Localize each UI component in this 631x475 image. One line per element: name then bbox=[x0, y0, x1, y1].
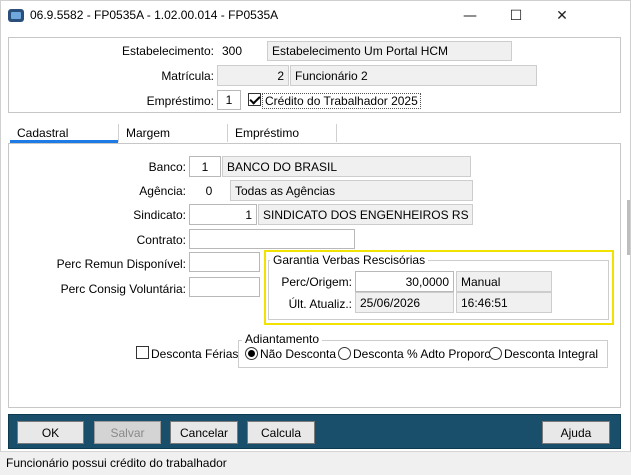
banco-name: BANCO DO BRASIL bbox=[222, 156, 471, 177]
nao-desconta-label: Não Desconta bbox=[260, 347, 337, 361]
tab-divider bbox=[118, 124, 119, 142]
sindicato-label: Sindicato: bbox=[133, 208, 186, 222]
contrato-input[interactable] bbox=[189, 229, 355, 249]
desconta-ferias-label: Desconta Férias bbox=[151, 347, 239, 361]
calcula-button[interactable]: Calcula bbox=[247, 421, 315, 444]
credito-trabalhador-checkbox[interactable] bbox=[248, 93, 261, 106]
estabelecimento-code[interactable]: 300 bbox=[217, 41, 263, 61]
ok-button[interactable]: OK bbox=[17, 421, 84, 444]
ajuda-button[interactable]: Ajuda bbox=[542, 421, 610, 444]
desconta-ferias-checkbox[interactable] bbox=[136, 346, 149, 359]
status-text: Funcionário possui crédito do trabalhado… bbox=[6, 456, 227, 470]
estabelecimento-label: Estabelecimento: bbox=[121, 44, 214, 58]
estabelecimento-name: Estabelecimento Um Portal HCM bbox=[267, 41, 512, 61]
sindicato-code[interactable]: 1 bbox=[189, 204, 257, 225]
tab-margem[interactable]: Margem bbox=[126, 123, 170, 143]
radio-nao-desconta[interactable] bbox=[245, 347, 258, 360]
ult-atualiz-time: 16:46:51 bbox=[456, 292, 552, 313]
garantia-title: Garantia Verbas Rescisórias bbox=[270, 253, 429, 267]
adiantamento-title: Adiantamento bbox=[242, 332, 323, 346]
ult-atualiz-label: Últ. Atualiz.: bbox=[288, 297, 352, 311]
sindicato-name: SINDICATO DOS ENGENHEIROS RS bbox=[258, 204, 473, 225]
banco-label: Banco: bbox=[148, 160, 186, 174]
tab-divider bbox=[227, 124, 228, 142]
perc-consig-label: Perc Consig Voluntária: bbox=[60, 282, 186, 296]
app-icon bbox=[8, 9, 24, 22]
contrato-label: Contrato: bbox=[136, 233, 186, 247]
ult-atualiz-date: 25/06/2026 bbox=[355, 292, 454, 313]
desconta-adto-proporc-label: Desconta % Adto Proporc bbox=[353, 347, 491, 361]
agencia-name: Todas as Agências bbox=[230, 180, 473, 201]
maximize-button[interactable]: ☐ bbox=[493, 0, 539, 31]
perc-origem-label: Perc/Origem: bbox=[281, 275, 352, 289]
perc-remun-input[interactable] bbox=[189, 252, 260, 272]
perc-remun-label: Perc Remun Disponível: bbox=[56, 257, 186, 271]
perc-origem-value[interactable]: 30,0000 bbox=[355, 271, 454, 292]
origem-value: Manual bbox=[456, 271, 552, 292]
banco-code[interactable]: 1 bbox=[189, 156, 221, 177]
radio-desconta-adto-proporc[interactable] bbox=[338, 347, 351, 360]
agencia-code[interactable]: 0 bbox=[189, 180, 229, 201]
minimize-button[interactable]: — bbox=[447, 0, 493, 31]
salvar-button[interactable]: Salvar bbox=[94, 421, 161, 444]
emprestimo-code[interactable]: 1 bbox=[217, 90, 241, 110]
scrollbar-thumb[interactable] bbox=[627, 200, 630, 255]
close-button[interactable]: ✕ bbox=[539, 0, 585, 31]
matricula-name: Funcionário 2 bbox=[290, 65, 537, 86]
emprestimo-label: Empréstimo: bbox=[146, 94, 214, 108]
cancelar-button[interactable]: Cancelar bbox=[170, 421, 238, 444]
agencia-label: Agência: bbox=[139, 184, 186, 198]
tab-emprestimo[interactable]: Empréstimo bbox=[235, 123, 299, 143]
tab-divider bbox=[336, 124, 337, 142]
window-title: 06.9.5582 - FP0535A - 1.02.00.014 - FP05… bbox=[30, 8, 279, 22]
matricula-code[interactable]: 2 bbox=[217, 65, 289, 86]
credito-trabalhador-label: Crédito do Trabalhador 2025 bbox=[262, 93, 421, 109]
matricula-label: Matrícula: bbox=[161, 69, 214, 83]
radio-desconta-integral[interactable] bbox=[489, 347, 502, 360]
perc-consig-input[interactable] bbox=[189, 277, 260, 297]
desconta-integral-label: Desconta Integral bbox=[504, 347, 599, 361]
